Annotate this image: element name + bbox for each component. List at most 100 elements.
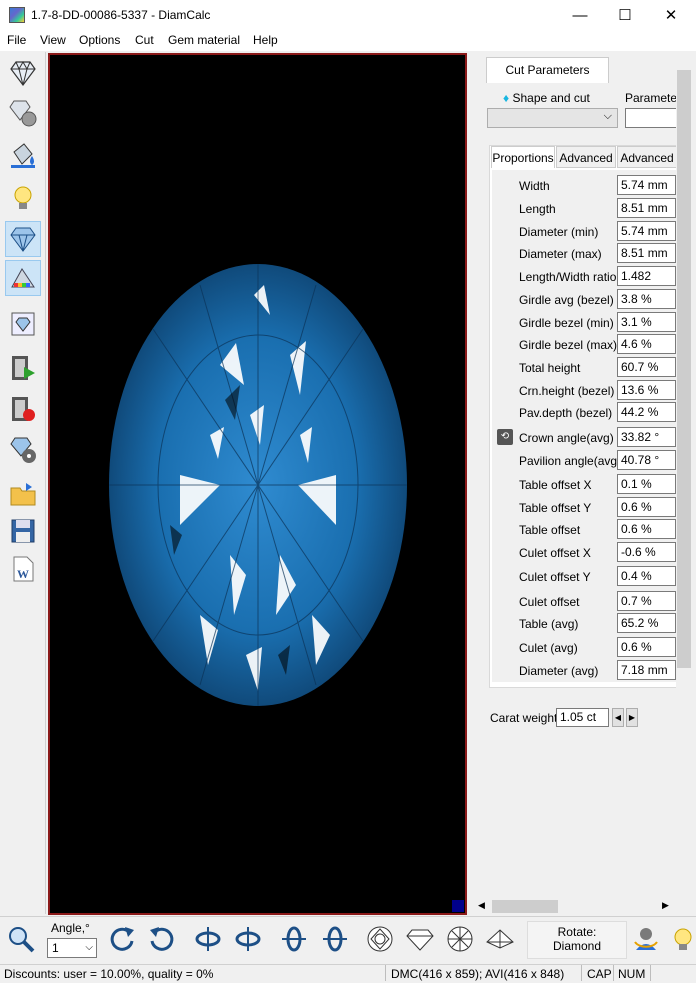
status-separator	[613, 965, 614, 981]
diamond-reel-tool[interactable]	[5, 432, 41, 468]
status-dmc: DMC(416 x 859); AVI(416 x 848)	[391, 967, 565, 981]
menu-file[interactable]: File	[7, 33, 26, 47]
proportion-row: Table offset Y 0.6 %	[492, 497, 676, 519]
maximize-button[interactable]: ☐	[602, 0, 648, 31]
top-view-icon	[367, 926, 393, 952]
proportion-label: Crn.height (bezel)	[519, 384, 615, 398]
diamond-wireframe-tool[interactable]	[5, 55, 41, 91]
proportion-value-input[interactable]: 5.74 mm	[617, 221, 676, 241]
proportion-value-input[interactable]: 0.7 %	[617, 591, 676, 611]
user-rotate-button[interactable]	[629, 922, 663, 956]
proportion-value-input[interactable]: 7.18 mm	[617, 660, 676, 680]
tab-proportions[interactable]: Proportions	[491, 146, 555, 168]
proportion-value-input[interactable]: 33.82 °	[617, 427, 676, 447]
menu-options[interactable]: Options	[79, 33, 120, 47]
minimize-button[interactable]: —	[557, 0, 603, 31]
user-rotate-icon	[634, 928, 658, 950]
angle-select[interactable]: 1 ⌵	[47, 938, 97, 958]
light-bulb-tool[interactable]	[5, 180, 41, 216]
status-cap: CAP	[587, 967, 612, 981]
proportion-value-input[interactable]: 1.482	[617, 266, 676, 286]
chevron-down-icon: ⌵	[85, 942, 93, 953]
chevron-down-icon: ⌵	[603, 110, 612, 122]
proportion-value-input[interactable]: 0.1 %	[617, 474, 676, 494]
menu-cut[interactable]: Cut	[135, 33, 154, 47]
word-export-tool[interactable]: W	[5, 551, 41, 587]
tab-cut-parameters[interactable]: Cut Parameters	[486, 57, 609, 83]
bottom-view-button[interactable]	[443, 922, 477, 956]
proportion-value-input[interactable]: 8.51 mm	[617, 198, 676, 218]
zoom-button[interactable]	[4, 922, 38, 956]
shape-and-cut-select[interactable]: ⌵	[487, 108, 618, 128]
proportion-value-input[interactable]: 44.2 %	[617, 402, 676, 422]
proportion-value-input[interactable]: -0.6 %	[617, 542, 676, 562]
diamond-sphere-tool[interactable]	[5, 95, 41, 131]
proportion-value-input[interactable]: 60.7 %	[617, 357, 676, 377]
proportion-value-input[interactable]: 13.6 %	[617, 380, 676, 400]
proportion-value-input[interactable]: 4.6 %	[617, 334, 676, 354]
menu-view[interactable]: View	[40, 33, 66, 47]
flip-vertical-right-button[interactable]	[231, 922, 265, 956]
scroll-left-arrow-icon[interactable]: ◀	[478, 900, 485, 911]
proportion-value-input[interactable]: 65.2 %	[617, 613, 676, 633]
carat-increase-button[interactable]: ▶	[626, 708, 638, 727]
carat-decrease-button[interactable]: ◀	[612, 708, 624, 727]
lock-icon[interactable]: ⟲	[497, 429, 513, 445]
proportion-label: Pavilion angle(avg)	[519, 454, 622, 468]
paint-bucket-tool[interactable]	[5, 137, 41, 173]
diamond-viewport[interactable]	[48, 53, 467, 915]
light-bulb-icon	[14, 186, 32, 209]
scroll-right-arrow-icon[interactable]: ▶	[662, 900, 669, 911]
side-view-icon	[406, 929, 434, 951]
side-view-button[interactable]	[403, 922, 437, 956]
rotate-cw-button[interactable]	[105, 922, 139, 956]
proportion-value-input[interactable]: 0.4 %	[617, 566, 676, 586]
proportion-value-input[interactable]: 0.6 %	[617, 519, 676, 539]
proportion-row: Girdle bezel (min) 3.1 %	[492, 312, 676, 334]
spectrum-tool[interactable]	[5, 260, 41, 296]
carat-weight-input[interactable]: 1.05 ct	[556, 708, 609, 727]
tab-advanced-2[interactable]: Advanced	[617, 146, 677, 168]
panel-vertical-scroll-thumb[interactable]	[677, 70, 691, 668]
proportion-value-input[interactable]: 0.6 %	[617, 497, 676, 517]
menu-gem-material[interactable]: Gem material	[168, 33, 240, 47]
proportion-value-input[interactable]: 5.74 mm	[617, 175, 676, 195]
top-view-button[interactable]	[363, 922, 397, 956]
save-disk-tool[interactable]	[5, 513, 41, 549]
proportion-value-input[interactable]: 40.78 °	[617, 450, 676, 470]
diamond-photo-tool[interactable]	[5, 306, 41, 342]
diamond-sphere-icon	[9, 100, 37, 127]
rotate-ccw-button[interactable]	[145, 922, 179, 956]
proportion-value-input[interactable]: 3.1 %	[617, 312, 676, 332]
open-folder-tool[interactable]	[5, 476, 41, 512]
flip-horizontal-down-button[interactable]	[318, 922, 352, 956]
film-play-icon	[12, 356, 35, 380]
menu-help[interactable]: Help	[253, 33, 278, 47]
film-record-tool[interactable]	[5, 391, 41, 427]
proportion-label: Crown angle(avg)	[519, 431, 614, 445]
rotate-ccw-icon	[150, 927, 174, 951]
flip-horizontal-up-button[interactable]	[277, 922, 311, 956]
proportion-value-input[interactable]: 3.8 %	[617, 289, 676, 309]
light-button[interactable]	[666, 922, 696, 956]
proportion-row: Total height 60.7 %	[492, 357, 676, 379]
proportion-value-input[interactable]: 0.6 %	[617, 637, 676, 657]
flip-vertical-right-icon	[235, 927, 261, 951]
app-icon	[9, 7, 25, 23]
flip-vertical-left-button[interactable]	[191, 922, 225, 956]
pavilion-view-button[interactable]	[483, 922, 517, 956]
proportion-label: Total height	[519, 361, 581, 375]
proportion-label: Table (avg)	[519, 617, 579, 631]
proportion-value-input[interactable]: 8.51 mm	[617, 243, 676, 263]
angle-label: Angle,°	[51, 921, 90, 935]
tab-advanced-1[interactable]: Advanced	[556, 146, 616, 168]
status-separator	[581, 965, 582, 981]
diamond-wireframe-icon	[10, 60, 36, 86]
film-play-tool[interactable]	[5, 350, 41, 386]
diamond-render-tool[interactable]	[5, 221, 41, 257]
close-button[interactable]: ✕	[648, 0, 694, 31]
window-title: 1.7-8-DD-00086-5337 - DiamCalc	[31, 8, 211, 22]
proportion-label: Length	[519, 202, 556, 216]
proportion-row: Crn.height (bezel) 13.6 %	[492, 380, 676, 402]
panel-horizontal-scroll-thumb[interactable]	[492, 900, 558, 913]
